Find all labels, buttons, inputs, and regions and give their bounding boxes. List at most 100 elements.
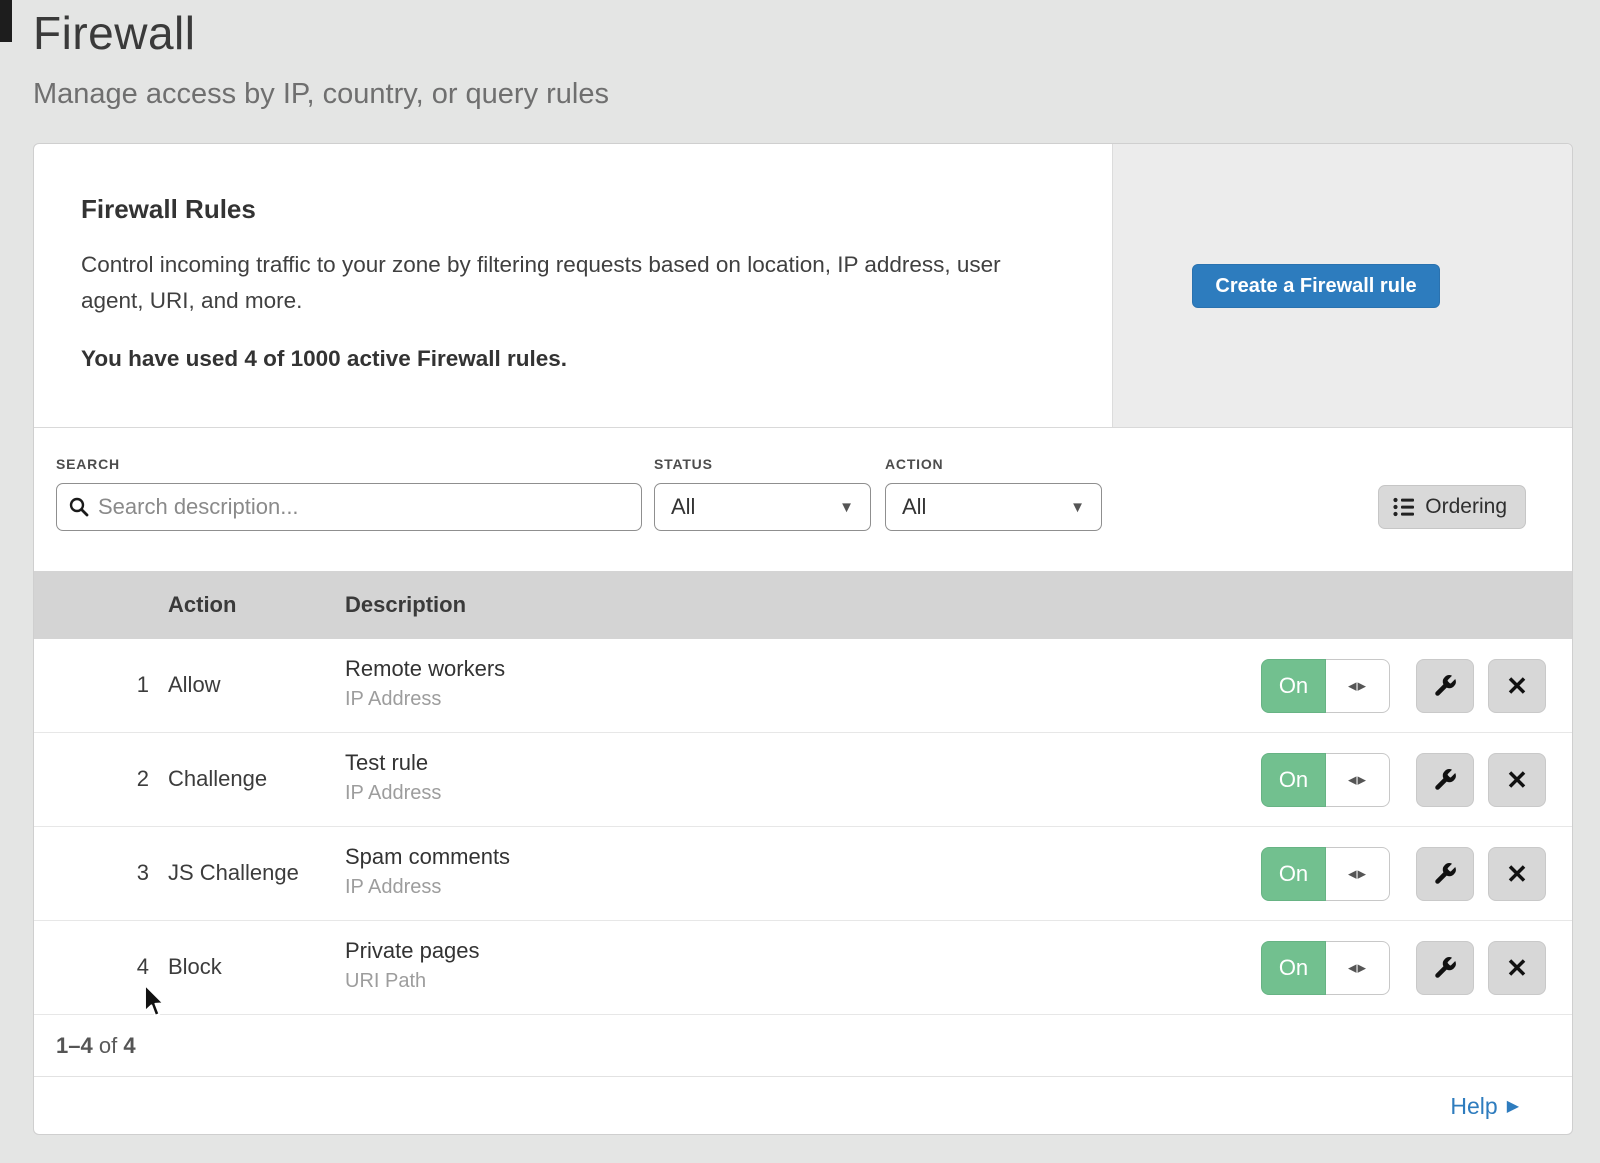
page-title: Firewall bbox=[33, 6, 195, 60]
column-header-action: Action bbox=[168, 592, 236, 618]
chevron-down-icon: ▼ bbox=[839, 499, 854, 516]
rule-description: Spam comments IP Address bbox=[345, 844, 510, 899]
rule-row: 1 Allow Remote workers IP Address On ◂▸ … bbox=[34, 639, 1572, 733]
search-input[interactable] bbox=[98, 494, 629, 520]
rule-row-controls: On ◂▸ ✕ bbox=[1261, 753, 1546, 807]
search-box[interactable] bbox=[56, 483, 642, 531]
chevron-down-icon: ▼ bbox=[1070, 499, 1085, 516]
rule-description: Test rule IP Address bbox=[345, 750, 441, 805]
window-edge bbox=[0, 0, 12, 42]
rules-table-body: 1 Allow Remote workers IP Address On ◂▸ … bbox=[34, 639, 1572, 1015]
action-selected-value: All bbox=[902, 494, 926, 520]
firewall-page: Firewall Manage access by IP, country, o… bbox=[0, 0, 1600, 1163]
card-heading: Firewall Rules bbox=[81, 194, 1041, 225]
arrows-left-right-icon: ◂▸ bbox=[1348, 676, 1367, 696]
action-select[interactable]: All ▼ bbox=[885, 483, 1102, 531]
status-label: STATUS bbox=[654, 456, 713, 472]
caret-right-icon: ▶ bbox=[1507, 1096, 1519, 1116]
search-icon bbox=[69, 497, 89, 517]
close-icon: ✕ bbox=[1506, 955, 1528, 981]
pagination-text: 1–4 of 4 bbox=[56, 1033, 136, 1059]
arrows-left-right-icon: ◂▸ bbox=[1348, 864, 1367, 884]
rule-description-title: Spam comments bbox=[345, 844, 510, 870]
wrench-icon bbox=[1432, 673, 1458, 699]
card-description: Control incoming traffic to your zone by… bbox=[81, 247, 1026, 320]
rule-priority-number: 1 bbox=[104, 672, 149, 698]
pagination-total: 4 bbox=[123, 1033, 135, 1058]
rule-action-value: Block bbox=[168, 954, 222, 980]
ordering-button[interactable]: Ordering bbox=[1378, 485, 1526, 529]
toggle-handle[interactable]: ◂▸ bbox=[1326, 847, 1390, 901]
close-icon: ✕ bbox=[1506, 861, 1528, 887]
edit-rule-button[interactable] bbox=[1416, 941, 1474, 995]
delete-rule-button[interactable]: ✕ bbox=[1488, 659, 1546, 713]
rule-row: 2 Challenge Test rule IP Address On ◂▸ ✕ bbox=[34, 733, 1572, 827]
status-selected-value: All bbox=[671, 494, 695, 520]
rule-match-field: URI Path bbox=[345, 970, 480, 993]
toggle-on-segment[interactable]: On bbox=[1261, 941, 1326, 995]
action-label: ACTION bbox=[885, 456, 943, 472]
rule-priority-number: 3 bbox=[104, 860, 149, 886]
toggle-handle[interactable]: ◂▸ bbox=[1326, 941, 1390, 995]
card-intro-section: Firewall Rules Control incoming traffic … bbox=[34, 144, 1572, 428]
rule-description-title: Remote workers bbox=[345, 656, 505, 682]
create-rule-panel: Create a Firewall rule bbox=[1112, 144, 1572, 427]
delete-rule-button[interactable]: ✕ bbox=[1488, 941, 1546, 995]
rules-table-header: Action Description bbox=[34, 571, 1572, 639]
pagination-row: 1–4 of 4 bbox=[34, 1015, 1572, 1076]
rule-enabled-toggle[interactable]: On ◂▸ bbox=[1261, 659, 1390, 713]
arrows-left-right-icon: ◂▸ bbox=[1348, 770, 1367, 790]
toggle-on-segment[interactable]: On bbox=[1261, 753, 1326, 807]
close-icon: ✕ bbox=[1506, 767, 1528, 793]
rule-enabled-toggle[interactable]: On ◂▸ bbox=[1261, 753, 1390, 807]
page-subtitle: Manage access by IP, country, or query r… bbox=[33, 78, 609, 111]
rule-enabled-toggle[interactable]: On ◂▸ bbox=[1261, 941, 1390, 995]
edit-rule-button[interactable] bbox=[1416, 753, 1474, 807]
rule-row-controls: On ◂▸ ✕ bbox=[1261, 847, 1546, 901]
rules-usage-text: You have used 4 of 1000 active Firewall … bbox=[81, 346, 1041, 372]
column-header-description: Description bbox=[345, 592, 466, 618]
pagination-of: of bbox=[99, 1033, 117, 1058]
rule-description-title: Private pages bbox=[345, 938, 480, 964]
help-link-label: Help bbox=[1450, 1093, 1497, 1120]
rule-row-controls: On ◂▸ ✕ bbox=[1261, 941, 1546, 995]
toggle-on-segment[interactable]: On bbox=[1261, 847, 1326, 901]
help-row: Help ▶ bbox=[34, 1076, 1572, 1135]
pagination-range: 1–4 bbox=[56, 1033, 93, 1058]
search-label: SEARCH bbox=[56, 456, 120, 472]
ordering-button-label: Ordering bbox=[1425, 495, 1507, 519]
close-icon: ✕ bbox=[1506, 673, 1528, 699]
rule-row: 3 JS Challenge Spam comments IP Address … bbox=[34, 827, 1572, 921]
toggle-handle[interactable]: ◂▸ bbox=[1326, 753, 1390, 807]
edit-rule-button[interactable] bbox=[1416, 847, 1474, 901]
edit-rule-button[interactable] bbox=[1416, 659, 1474, 713]
rule-row-controls: On ◂▸ ✕ bbox=[1261, 659, 1546, 713]
rule-row: 4 Block Private pages URI Path On ◂▸ ✕ bbox=[34, 921, 1572, 1015]
filters-bar: SEARCH STATUS All ▼ ACTION All ▼ bbox=[34, 428, 1572, 571]
rule-match-field: IP Address bbox=[345, 876, 510, 899]
wrench-icon bbox=[1432, 861, 1458, 887]
rule-match-field: IP Address bbox=[345, 782, 441, 805]
delete-rule-button[interactable]: ✕ bbox=[1488, 753, 1546, 807]
rule-enabled-toggle[interactable]: On ◂▸ bbox=[1261, 847, 1390, 901]
help-link[interactable]: Help ▶ bbox=[1450, 1093, 1519, 1120]
wrench-icon bbox=[1432, 955, 1458, 981]
rule-action-value: Challenge bbox=[168, 766, 267, 792]
wrench-icon bbox=[1432, 767, 1458, 793]
rule-description: Private pages URI Path bbox=[345, 938, 480, 993]
ordered-list-icon bbox=[1393, 497, 1415, 517]
rule-action-value: Allow bbox=[168, 672, 221, 698]
create-firewall-rule-button[interactable]: Create a Firewall rule bbox=[1192, 264, 1440, 308]
status-select[interactable]: All ▼ bbox=[654, 483, 871, 531]
rule-priority-number: 2 bbox=[104, 766, 149, 792]
rule-description: Remote workers IP Address bbox=[345, 656, 505, 711]
rule-description-title: Test rule bbox=[345, 750, 441, 776]
rule-priority-number: 4 bbox=[104, 954, 149, 980]
toggle-on-segment[interactable]: On bbox=[1261, 659, 1326, 713]
arrows-left-right-icon: ◂▸ bbox=[1348, 958, 1367, 978]
rule-match-field: IP Address bbox=[345, 688, 505, 711]
toggle-handle[interactable]: ◂▸ bbox=[1326, 659, 1390, 713]
rule-action-value: JS Challenge bbox=[168, 860, 299, 886]
delete-rule-button[interactable]: ✕ bbox=[1488, 847, 1546, 901]
firewall-rules-card: Firewall Rules Control incoming traffic … bbox=[33, 143, 1573, 1135]
